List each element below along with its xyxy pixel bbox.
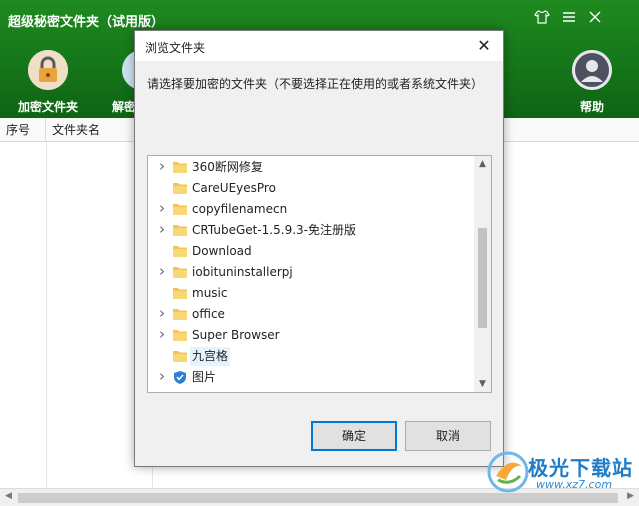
folder-icon [172, 202, 188, 216]
shield-folder-icon [172, 370, 188, 384]
tree-item-label: iobituninstallerpj [192, 265, 293, 279]
close-icon[interactable] [586, 9, 604, 27]
tree-item-label: 九宫格 [190, 347, 231, 366]
help-label: 帮助 [579, 100, 604, 114]
tree-item[interactable]: Download [148, 241, 474, 262]
folder-icon [172, 160, 188, 174]
tree-item[interactable]: › office [148, 304, 474, 325]
column-divider [46, 142, 47, 488]
dialog-title: 浏览文件夹 [145, 41, 206, 55]
tree-item-label: Download [192, 244, 252, 258]
tree-item-label: 360断网修复 [192, 160, 263, 174]
watermark-url: www.xz7.com [536, 478, 613, 491]
scroll-thumb[interactable] [478, 228, 487, 328]
scroll-down-icon[interactable]: ▼ [474, 379, 491, 389]
help-button[interactable]: 帮助 [557, 50, 627, 115]
tree-item[interactable]: 九宫格 [148, 346, 474, 367]
tree-item-label: music [192, 286, 228, 300]
tree-item-label: 图片 [192, 370, 217, 384]
tree-item[interactable]: music [148, 283, 474, 304]
tree-item[interactable]: › Super Browser [148, 325, 474, 346]
folder-icon [172, 223, 188, 237]
tree-item-label: CareUEyesPro [192, 181, 276, 195]
dialog-prompt: 请选择要加密的文件夹（不要选择正在使用的或者系统文件夹） [147, 77, 484, 91]
folder-icon [172, 181, 188, 195]
folder-icon [172, 328, 188, 342]
tree-item-label: office [192, 307, 225, 321]
app-title: 超级秘密文件夹（试用版） [8, 15, 165, 30]
lock-icon [28, 50, 68, 90]
scroll-up-icon[interactable]: ▲ [474, 159, 491, 169]
chevron-right-icon[interactable]: › [156, 304, 168, 322]
tree-item-label: copyfilenamecn [192, 202, 288, 216]
dialog-close-icon[interactable]: ✕ [473, 35, 495, 57]
watermark: 极光下载站 www.xz7.com [484, 446, 634, 500]
chevron-right-icon[interactable]: › [156, 367, 168, 385]
encrypt-folder-label: 加密文件夹 [17, 100, 78, 114]
skin-icon[interactable] [533, 9, 551, 27]
tree-item[interactable]: › 图片 [148, 367, 474, 388]
watermark-text: 极光下载站 [528, 456, 633, 480]
folder-icon [172, 307, 188, 321]
menu-icon[interactable] [560, 9, 578, 27]
column-header-index[interactable]: 序号 [0, 118, 46, 142]
browse-folder-dialog: 浏览文件夹 ✕ 请选择要加密的文件夹（不要选择正在使用的或者系统文件夹） › 图片… [134, 30, 504, 467]
folder-icon [172, 349, 188, 363]
watermark-logo-icon [487, 451, 529, 493]
tree-item-label: CRTubeGet-1.5.9.3-免注册版 [192, 223, 356, 237]
tree-item[interactable]: › copyfilenamecn [148, 199, 474, 220]
chevron-right-icon[interactable]: › [156, 262, 168, 280]
encrypt-folder-button[interactable]: 加密文件夹 [13, 50, 83, 115]
dialog-titlebar: 浏览文件夹 ✕ [135, 31, 503, 61]
user-help-icon [572, 50, 612, 90]
cancel-button[interactable]: 取消 [405, 421, 491, 451]
tree-item-label: Super Browser [192, 328, 280, 342]
chevron-right-icon[interactable]: › [156, 220, 168, 238]
tree-item[interactable]: › iobituninstallerpj [148, 262, 474, 283]
chevron-right-icon[interactable]: › [156, 157, 168, 175]
folder-tree[interactable]: › 图片 九宫格 › Super Browser › office music › iobitun… [147, 155, 492, 393]
tree-item[interactable]: CareUEyesPro [148, 178, 474, 199]
vertical-scrollbar[interactable]: ▲ ▼ [474, 156, 491, 392]
tree-item[interactable]: › CRTubeGet-1.5.9.3-免注册版 [148, 220, 474, 241]
scroll-left-icon[interactable]: ◀ [5, 491, 12, 501]
chevron-right-icon[interactable]: › [156, 325, 168, 343]
ok-button[interactable]: 确定 [311, 421, 397, 451]
chevron-right-icon[interactable]: › [156, 199, 168, 217]
tree-item[interactable]: › 360断网修复 [148, 157, 474, 178]
folder-icon [172, 244, 188, 258]
folder-icon [172, 286, 188, 300]
folder-icon [172, 265, 188, 279]
